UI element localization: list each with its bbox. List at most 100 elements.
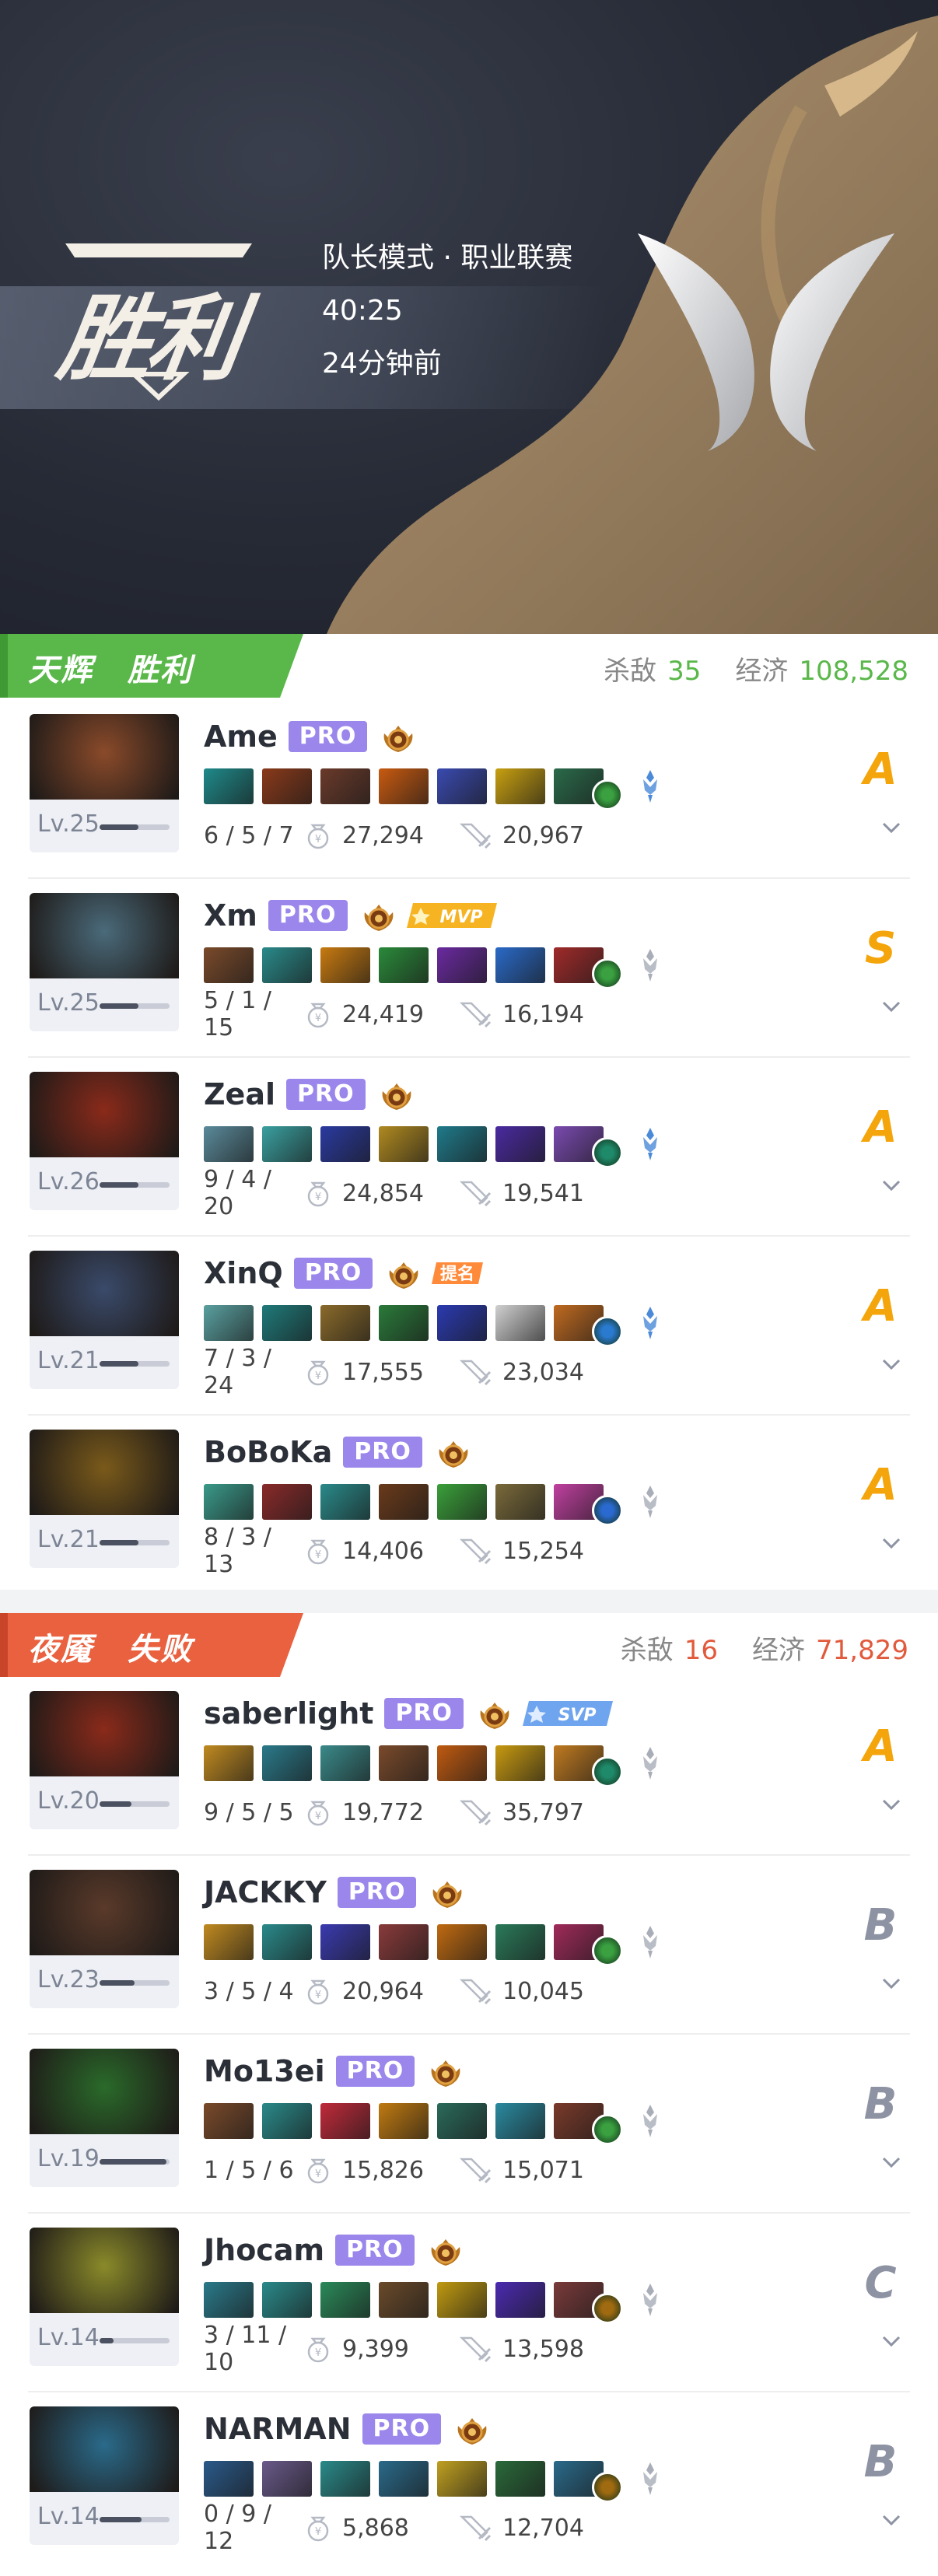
player-name[interactable]: XinQ bbox=[204, 1256, 283, 1290]
player-name[interactable]: Xm bbox=[204, 898, 257, 933]
player-name[interactable]: Jhocam bbox=[204, 2233, 324, 2267]
item-slot[interactable] bbox=[204, 2461, 254, 2497]
neutral-item-icon[interactable] bbox=[592, 779, 623, 810]
expand-chevron-icon[interactable] bbox=[877, 2327, 905, 2355]
item-slot[interactable] bbox=[437, 1484, 487, 1520]
item-slot[interactable] bbox=[262, 1745, 312, 1781]
item-slot[interactable] bbox=[379, 947, 429, 983]
item-slot[interactable] bbox=[437, 947, 487, 983]
item-slot[interactable] bbox=[495, 768, 545, 804]
player-name[interactable]: NARMAN bbox=[204, 2412, 352, 2446]
item-slot[interactable] bbox=[437, 2282, 487, 2318]
hero-portrait[interactable]: Lv.23 bbox=[30, 1870, 179, 2008]
item-slot[interactable] bbox=[495, 1484, 545, 1520]
item-slot[interactable] bbox=[495, 1924, 545, 1960]
neutral-item-icon[interactable] bbox=[592, 2293, 623, 2324]
item-slot[interactable] bbox=[379, 1305, 429, 1341]
expand-chevron-icon[interactable] bbox=[877, 1529, 905, 1557]
item-slot[interactable] bbox=[379, 768, 429, 804]
item-slot[interactable] bbox=[262, 1305, 312, 1341]
expand-chevron-icon[interactable] bbox=[877, 1171, 905, 1199]
item-slot[interactable] bbox=[495, 1126, 545, 1162]
item-slot[interactable] bbox=[495, 2461, 545, 2497]
item-slot[interactable] bbox=[320, 947, 370, 983]
player-row[interactable]: Lv.20 saberlight PRO SVP 9 / 5 / 5 ¥19,772 35,… bbox=[0, 1677, 938, 1856]
player-row[interactable]: Lv.26 Zeal PRO 9 / 4 / 20 ¥24,854 19,541 A bbox=[0, 1058, 938, 1237]
player-name[interactable]: JACKKY bbox=[204, 1875, 327, 1909]
player-name[interactable]: saberlight bbox=[204, 1696, 373, 1731]
neutral-item-icon[interactable] bbox=[592, 1137, 623, 1168]
hero-portrait[interactable]: Lv.20 bbox=[30, 1691, 179, 1829]
item-slot[interactable] bbox=[379, 1924, 429, 1960]
hero-portrait[interactable]: Lv.26 bbox=[30, 1072, 179, 1210]
item-slot[interactable] bbox=[437, 1126, 487, 1162]
item-slot[interactable] bbox=[379, 1126, 429, 1162]
neutral-item-icon[interactable] bbox=[592, 1756, 623, 1787]
neutral-item-icon[interactable] bbox=[592, 958, 623, 989]
expand-chevron-icon[interactable] bbox=[877, 2506, 905, 2534]
item-slot[interactable] bbox=[204, 1305, 254, 1341]
player-name[interactable]: Mo13ei bbox=[204, 2054, 325, 2088]
item-slot[interactable] bbox=[204, 1745, 254, 1781]
item-slot[interactable] bbox=[437, 1924, 487, 1960]
item-slot[interactable] bbox=[495, 947, 545, 983]
item-slot[interactable] bbox=[204, 947, 254, 983]
hero-portrait[interactable]: Lv.21 bbox=[30, 1251, 179, 1389]
neutral-item-icon[interactable] bbox=[592, 2472, 623, 2503]
item-slot[interactable] bbox=[204, 1484, 254, 1520]
item-slot[interactable] bbox=[379, 1484, 429, 1520]
player-row[interactable]: Lv.25 Ame PRO 6 / 5 / 7 ¥27,294 20,967 A bbox=[0, 700, 938, 879]
player-name[interactable]: BoBoKa bbox=[204, 1435, 332, 1469]
item-slot[interactable] bbox=[262, 1924, 312, 1960]
item-slot[interactable] bbox=[437, 1745, 487, 1781]
player-row[interactable]: Lv.23 JACKKY PRO 3 / 5 / 4 ¥20,964 10,045 B bbox=[0, 1856, 938, 2035]
item-slot[interactable] bbox=[320, 2282, 370, 2318]
expand-chevron-icon[interactable] bbox=[877, 814, 905, 842]
player-row[interactable]: Lv.25 Xm PRO MVP 5 / 1 / 15 ¥24,419 16,194 S bbox=[0, 879, 938, 1058]
item-slot[interactable] bbox=[320, 1924, 370, 1960]
player-row[interactable]: Lv.21 BoBoKa PRO 8 / 3 / 13 ¥14,406 15,254 A bbox=[0, 1416, 938, 1594]
item-slot[interactable] bbox=[495, 2103, 545, 2139]
item-slot[interactable] bbox=[437, 1305, 487, 1341]
item-slot[interactable] bbox=[262, 2461, 312, 2497]
item-slot[interactable] bbox=[495, 1745, 545, 1781]
item-slot[interactable] bbox=[320, 2461, 370, 2497]
player-row[interactable]: Lv.14 Jhocam PRO 3 / 11 / 10 ¥9,399 13,598 C bbox=[0, 2214, 938, 2392]
item-slot[interactable] bbox=[379, 1745, 429, 1781]
hero-portrait[interactable]: Lv.14 bbox=[30, 2406, 179, 2545]
item-slot[interactable] bbox=[379, 2282, 429, 2318]
item-slot[interactable] bbox=[320, 768, 370, 804]
hero-portrait[interactable]: Lv.19 bbox=[30, 2049, 179, 2187]
expand-chevron-icon[interactable] bbox=[877, 1350, 905, 1378]
item-slot[interactable] bbox=[320, 1126, 370, 1162]
item-slot[interactable] bbox=[437, 768, 487, 804]
item-slot[interactable] bbox=[495, 2282, 545, 2318]
item-slot[interactable] bbox=[379, 2461, 429, 2497]
item-slot[interactable] bbox=[262, 1126, 312, 1162]
item-slot[interactable] bbox=[320, 2103, 370, 2139]
item-slot[interactable] bbox=[204, 2103, 254, 2139]
neutral-item-icon[interactable] bbox=[592, 2114, 623, 2145]
item-slot[interactable] bbox=[320, 1484, 370, 1520]
item-slot[interactable] bbox=[262, 947, 312, 983]
player-name[interactable]: Ame bbox=[204, 719, 278, 754]
item-slot[interactable] bbox=[495, 1305, 545, 1341]
item-slot[interactable] bbox=[262, 1484, 312, 1520]
expand-chevron-icon[interactable] bbox=[877, 2148, 905, 2176]
item-slot[interactable] bbox=[437, 2461, 487, 2497]
item-slot[interactable] bbox=[379, 2103, 429, 2139]
hero-portrait[interactable]: Lv.25 bbox=[30, 893, 179, 1031]
expand-chevron-icon[interactable] bbox=[877, 1969, 905, 1997]
item-slot[interactable] bbox=[204, 768, 254, 804]
item-slot[interactable] bbox=[262, 2282, 312, 2318]
item-slot[interactable] bbox=[437, 2103, 487, 2139]
item-slot[interactable] bbox=[204, 1924, 254, 1960]
player-row[interactable]: Lv.21 XinQ PRO 提名 7 / 3 / 24 ¥17,555 23,034 A bbox=[0, 1237, 938, 1416]
item-slot[interactable] bbox=[320, 1305, 370, 1341]
expand-chevron-icon[interactable] bbox=[877, 992, 905, 1020]
neutral-item-icon[interactable] bbox=[592, 1935, 623, 1966]
item-slot[interactable] bbox=[320, 1745, 370, 1781]
expand-chevron-icon[interactable] bbox=[877, 1790, 905, 1818]
item-slot[interactable] bbox=[262, 2103, 312, 2139]
hero-portrait[interactable]: Lv.14 bbox=[30, 2228, 179, 2366]
